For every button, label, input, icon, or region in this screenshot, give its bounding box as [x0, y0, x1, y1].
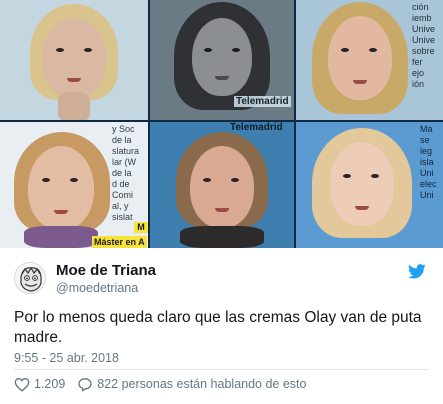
newspaper-text: ción iemb Unive Unive sobre fer ejo ión	[412, 2, 436, 89]
display-name[interactable]: Moe de Triana	[56, 262, 156, 279]
portrait-photo-2: Telemadrid	[150, 0, 294, 120]
conversation-link[interactable]: 822 personas están hablando de esto	[77, 377, 306, 392]
photo-collage: Telemadrid ción iemb Unive Unive sobre f…	[0, 0, 443, 248]
avatar[interactable]	[14, 262, 46, 294]
portrait-photo-6: Ma se leg isla Uni elec Uni	[296, 122, 443, 248]
highlight-tag: M	[134, 222, 148, 233]
channel-caption: Telemadrid	[230, 122, 283, 133]
tweet-text: Por lo menos queda claro que las cremas …	[14, 309, 422, 346]
speech-bubble-icon	[78, 377, 92, 392]
portrait-photo-1	[0, 0, 148, 120]
newspaper-text: Ma se leg isla Uni elec Uni	[420, 124, 437, 200]
portrait-photo-4: y Soc de la slatura lar (W de la d de Co…	[0, 122, 148, 248]
portrait-photo-3: ción iemb Unive Unive sobre fer ejo ión	[296, 0, 443, 120]
tweet-timestamp[interactable]: 9:55 - 25 abr. 2018	[14, 351, 119, 365]
tweet-actions: 1.209 822 personas están hablando de est…	[14, 375, 318, 393]
heart-icon	[14, 377, 30, 392]
like-count: 1.209	[34, 377, 66, 391]
twitter-bird-icon[interactable]	[408, 264, 426, 279]
user-handle[interactable]: @moedetriana	[56, 281, 138, 295]
highlight-caption: Máster en A	[92, 236, 147, 248]
portrait-photo-5: Telemadrid	[150, 122, 294, 248]
conversation-text: 822 personas están hablando de esto	[97, 377, 307, 391]
newspaper-text: y Soc de la slatura lar (W de la d de Co…	[112, 124, 140, 222]
like-button[interactable]: 1.209	[14, 377, 65, 392]
divider	[14, 369, 429, 370]
channel-caption: Telemadrid	[234, 96, 291, 107]
